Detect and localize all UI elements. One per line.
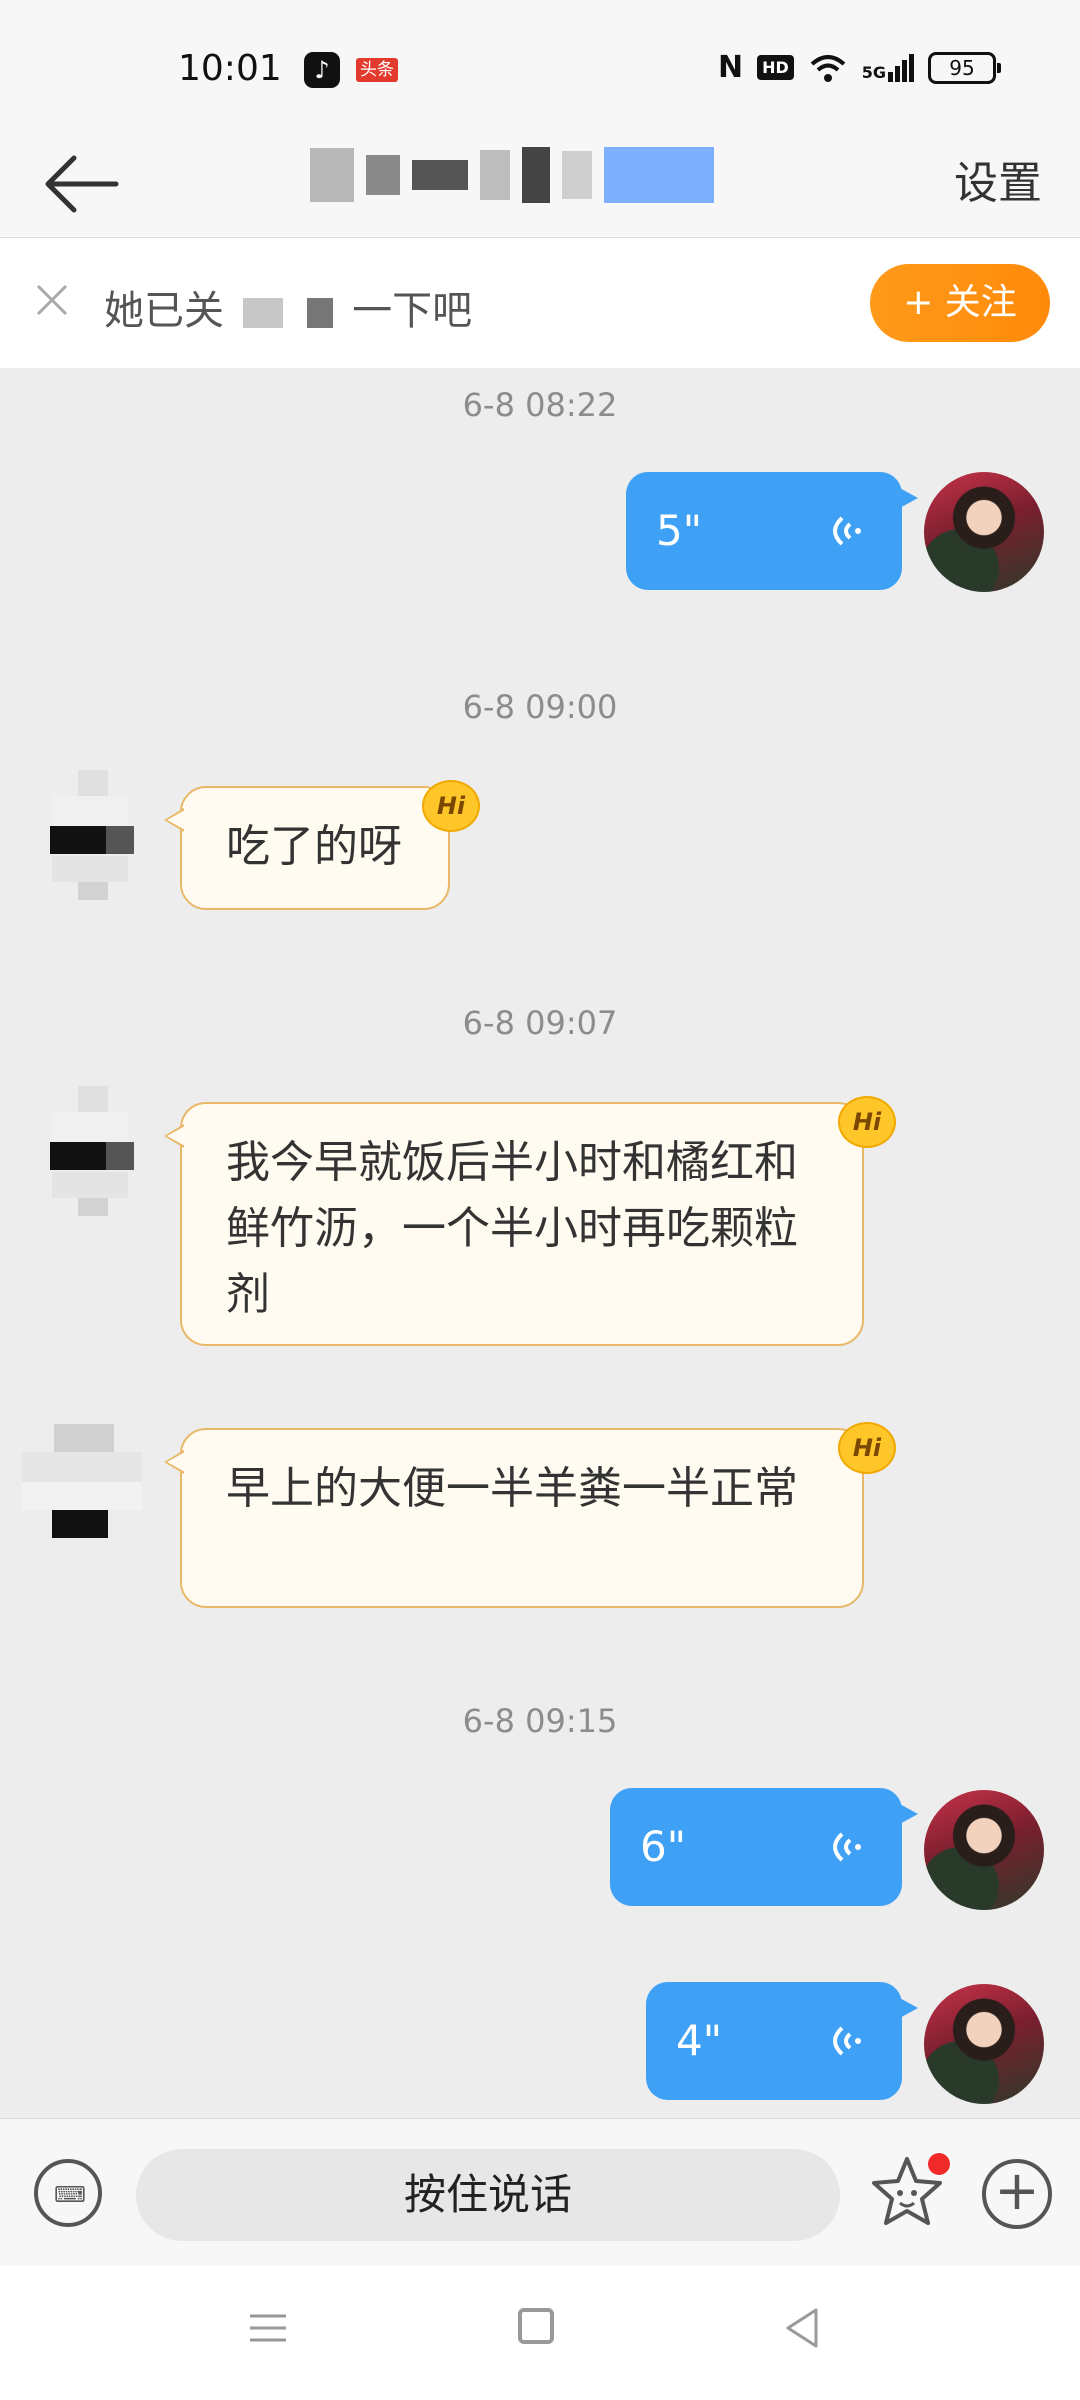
self-avatar[interactable] bbox=[924, 1984, 1044, 2104]
menu-icon[interactable] bbox=[248, 2308, 288, 2348]
timestamp: 6-8 09:07 bbox=[462, 1004, 618, 1042]
notification-dot bbox=[928, 2153, 950, 2175]
contact-avatar-redacted[interactable] bbox=[22, 1086, 152, 1216]
contact-avatar-redacted[interactable] bbox=[22, 770, 152, 900]
contact-avatar-redacted[interactable] bbox=[22, 1424, 152, 1554]
timestamp: 6-8 09:00 bbox=[462, 688, 618, 726]
status-icons: N HD 5G 95 bbox=[717, 50, 1001, 85]
follow-prompt-text-before: 她已关 bbox=[104, 288, 224, 334]
follow-prompt-bar: 她已关 一下吧 + 关注 bbox=[0, 238, 1080, 368]
chat-header: 设置 bbox=[0, 130, 1080, 238]
follow-button[interactable]: + 关注 bbox=[870, 264, 1050, 342]
home-icon[interactable] bbox=[518, 2308, 554, 2344]
tiktok-icon: ♪ bbox=[304, 52, 340, 88]
plus-icon[interactable]: + bbox=[982, 2159, 1052, 2229]
hi-badge: Hi bbox=[838, 1422, 896, 1474]
hold-to-talk-button[interactable]: 按住说话 bbox=[136, 2149, 840, 2241]
follow-prompt-text: 她已关 一下吧 bbox=[104, 278, 472, 336]
signal-icon: 5G bbox=[861, 53, 914, 82]
incoming-message[interactable]: 吃了的呀 bbox=[164, 786, 450, 910]
redacted-mask bbox=[307, 298, 334, 328]
self-avatar[interactable] bbox=[924, 1790, 1044, 1910]
battery-icon: 95 bbox=[928, 51, 1001, 84]
system-nav-bar bbox=[0, 2266, 1080, 2400]
nfc-icon: N bbox=[717, 50, 744, 85]
voice-duration: 6" bbox=[640, 1822, 687, 1871]
toutiao-icon: 头条 bbox=[356, 58, 398, 82]
hi-badge: Hi bbox=[838, 1096, 896, 1148]
incoming-message[interactable]: 我今早就饭后半小时和橘红和鲜竹沥，一个半小时再吃颗粒剂 bbox=[164, 1102, 864, 1346]
close-icon[interactable] bbox=[32, 280, 72, 320]
wifi-icon bbox=[810, 54, 846, 82]
timestamp: 6-8 08:22 bbox=[462, 386, 618, 424]
voice-wave-icon bbox=[833, 516, 861, 546]
hd-icon: HD bbox=[757, 55, 794, 80]
voice-wave-icon bbox=[833, 1832, 861, 1862]
network-type: 5G bbox=[861, 62, 886, 82]
voice-duration: 5" bbox=[656, 506, 703, 555]
status-bar: 10:01 ♪ 头条 N HD 5G 95 bbox=[0, 0, 1080, 130]
hi-badge: Hi bbox=[422, 780, 480, 832]
voice-wave-icon bbox=[833, 2026, 861, 2056]
voice-message[interactable]: 6" bbox=[610, 1788, 918, 1906]
chat-title-redacted bbox=[310, 140, 770, 210]
voice-message[interactable]: 5" bbox=[626, 472, 918, 590]
back-arrow-icon[interactable] bbox=[40, 148, 122, 220]
settings-button[interactable]: 设置 bbox=[954, 148, 1042, 220]
incoming-message[interactable]: 早上的大便一半羊粪一半正常 bbox=[164, 1428, 864, 1608]
back-icon[interactable] bbox=[782, 2306, 822, 2350]
voice-message[interactable]: 4" bbox=[646, 1982, 918, 2100]
self-avatar[interactable] bbox=[924, 472, 1044, 592]
follow-prompt-text-after: 一下吧 bbox=[352, 288, 473, 334]
voice-duration: 4" bbox=[676, 2016, 723, 2065]
status-time: 10:01 bbox=[178, 48, 282, 89]
timestamp: 6-8 09:15 bbox=[462, 1702, 618, 1740]
message-text: 我今早就饭后半小时和橘红和鲜竹沥，一个半小时再吃颗粒剂 bbox=[226, 1137, 798, 1320]
redacted-mask bbox=[242, 298, 283, 328]
message-text: 早上的大便一半羊粪一半正常 bbox=[226, 1463, 798, 1514]
message-text: 吃了的呀 bbox=[226, 821, 402, 872]
keyboard-icon[interactable]: ⌨ bbox=[34, 2159, 102, 2227]
input-bar: ⌨ 按住说话 + bbox=[0, 2118, 1080, 2266]
